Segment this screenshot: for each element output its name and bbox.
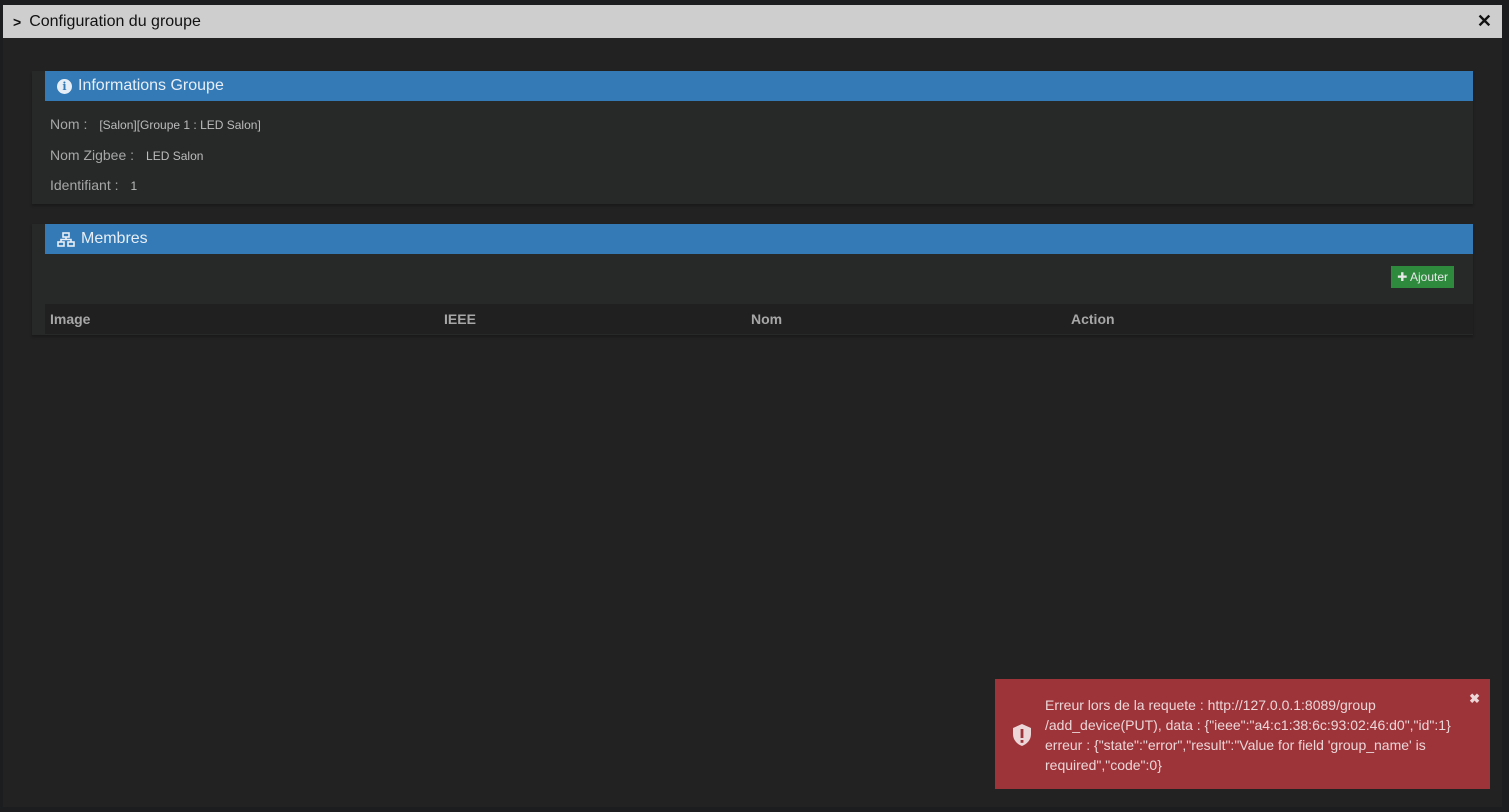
col-action: Action [1071, 311, 1115, 327]
value: [Salon][Groupe 1 : LED Salon] [99, 118, 261, 132]
add-label: Ajouter [1409, 270, 1448, 284]
add-member-button[interactable]: ✚ Ajouter [1391, 266, 1454, 288]
toast-close-icon[interactable]: ✖ [1469, 689, 1480, 709]
info-panel-title: Informations Groupe [78, 77, 224, 94]
toast-line: /add_device(PUT), data : {"ieee":"a4:c1:… [1045, 717, 1451, 733]
value: 1 [130, 179, 138, 193]
close-icon[interactable]: ✕ [1477, 11, 1492, 32]
toast-line: required","code":0} [1045, 757, 1162, 773]
label: Nom : [50, 116, 88, 132]
toast-line: Erreur lors de la requete : http://127.0… [1045, 697, 1376, 713]
plus-icon: ✚ [1397, 270, 1410, 284]
value: LED Salon [146, 149, 204, 163]
toast-line: erreur : {"state":"error","result":"Valu… [1045, 737, 1426, 753]
info-row-id: Identifiant : 1 [50, 177, 137, 193]
label: Identifiant : [50, 177, 119, 193]
members-panel-title: Membres [81, 230, 148, 247]
modal-title: Configuration du groupe [29, 12, 201, 30]
members-table-header: Image IEEE Nom Action [45, 304, 1473, 334]
members-panel: Membres ✚ Ajouter Image IEEE Nom Action [32, 224, 1473, 335]
col-image: Image [50, 311, 91, 327]
error-toast: ✖ Erreur lors de la requete : http://127… [995, 679, 1490, 789]
shield-alert-icon [1013, 724, 1031, 746]
info-panel: i Informations Groupe Nom : [Salon][Group… [32, 71, 1473, 204]
info-panel-header: i Informations Groupe [45, 71, 1473, 101]
info-row-name: Nom : [Salon][Groupe 1 : LED Salon] [50, 116, 261, 132]
modal-titlebar: > Configuration du groupe ✕ [3, 5, 1502, 38]
col-ieee: IEEE [444, 311, 476, 327]
members-panel-header: Membres [45, 224, 1473, 254]
chevron-right-icon: > [13, 13, 22, 30]
network-icon [57, 231, 75, 247]
col-nom: Nom [751, 311, 783, 327]
info-icon: i [57, 78, 72, 94]
info-row-zigbee: Nom Zigbee : LED Salon [50, 147, 203, 163]
label: Nom Zigbee : [50, 147, 135, 163]
